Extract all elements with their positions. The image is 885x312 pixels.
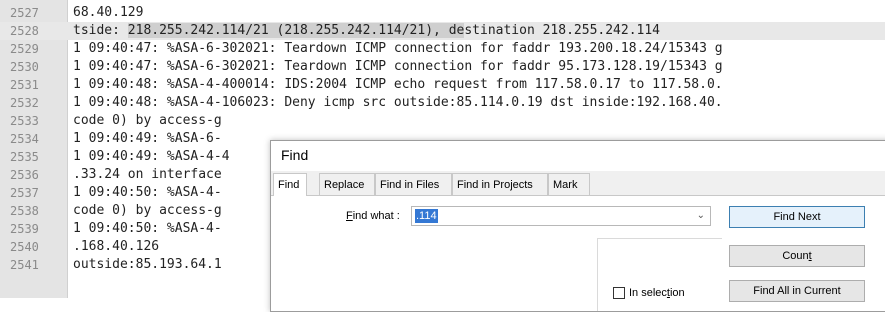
- highlighted-text: 218.255.242.114/21 (218.255.242.114/21),…: [127, 23, 465, 38]
- line-text: code 0) by access-g: [73, 113, 222, 128]
- in-selection-label: In selection: [629, 287, 685, 299]
- line-number: 2540: [10, 240, 39, 254]
- line-text: 1 09:40:47: %ASA-6-302021: Teardown ICMP…: [73, 59, 723, 74]
- editor-line: 2529 1 09:40:47: %ASA-6-302021: Teardown…: [0, 40, 885, 58]
- line-number: 2533: [10, 114, 39, 128]
- line-number: 2530: [10, 60, 39, 74]
- tab-find[interactable]: Find: [273, 173, 307, 196]
- editor-line: 2531 1 09:40:48: %ASA-4-400014: IDS:2004…: [0, 76, 885, 94]
- line-number: 2539: [10, 222, 39, 236]
- line-text: 1 09:40:49: %ASA-6-: [73, 131, 222, 146]
- line-text: code 0) by access-g: [73, 203, 222, 218]
- line-number: 2527: [10, 6, 39, 20]
- in-selection-checkbox[interactable]: [613, 287, 625, 299]
- dialog-title: Find: [281, 147, 309, 163]
- line-text: 1 09:40:50: %ASA-4-: [73, 221, 222, 236]
- find-what-value[interactable]: .114: [415, 209, 438, 223]
- editor-line: 2533 code 0) by access-g: [0, 112, 885, 130]
- tab-find-in-files[interactable]: Find in Files: [375, 173, 452, 195]
- find-dialog: Find Find Replace Find in Files Find in …: [270, 140, 885, 312]
- line-number: 2531: [10, 78, 39, 92]
- options-group-border-left: [597, 238, 599, 311]
- find-what-label: Find what :: [346, 210, 400, 222]
- tab-find-in-projects[interactable]: Find in Projects: [452, 173, 548, 195]
- line-text: tside: 218.255.242.114/21 (218.255.242.1…: [73, 22, 660, 40]
- find-all-in-current-button[interactable]: Find All in Current: [729, 280, 865, 302]
- editor-line-current: 2528 tside: 218.255.242.114/21 (218.255.…: [0, 22, 885, 40]
- chevron-down-icon[interactable]: ⌄: [697, 210, 705, 221]
- editor-line: 2532 1 09:40:48: %ASA-4-106023: Deny icm…: [0, 94, 885, 112]
- find-what-combobox[interactable]: .114 ⌄: [411, 206, 711, 226]
- count-button[interactable]: Count: [729, 245, 865, 267]
- line-text: .33.24 on interface: [73, 167, 222, 182]
- line-text: 1 09:40:48: %ASA-4-400014: IDS:2004 ICMP…: [73, 77, 723, 92]
- line-number: 2536: [10, 168, 39, 182]
- editor-line: 2527 68.40.129: [0, 4, 885, 22]
- line-number: 2541: [10, 258, 39, 272]
- line-number: 2537: [10, 186, 39, 200]
- tab-replace[interactable]: Replace: [319, 173, 375, 195]
- line-text-pre: tside:: [73, 23, 128, 38]
- line-number: 2532: [10, 96, 39, 110]
- line-number: 2534: [10, 132, 39, 146]
- line-text: 1 09:40:49: %ASA-4-4: [73, 149, 230, 164]
- dialog-tabs: Find Replace Find in Files Find in Proje…: [271, 173, 885, 196]
- line-text: 1 09:40:47: %ASA-6-302021: Teardown ICMP…: [73, 41, 723, 56]
- line-number: 2535: [10, 150, 39, 164]
- editor-line: 2530 1 09:40:47: %ASA-6-302021: Teardown…: [0, 58, 885, 76]
- find-panel: Find what : .114 ⌄ Find Next Count Find …: [271, 196, 885, 311]
- line-text: outside:85.193.64.1: [73, 257, 222, 272]
- line-text: 1 09:40:50: %ASA-4-: [73, 185, 222, 200]
- line-number: 2528: [10, 24, 39, 38]
- dialog-titlebar[interactable]: Find: [271, 141, 885, 171]
- line-text: 68.40.129: [73, 5, 144, 20]
- line-number: 2529: [10, 42, 39, 56]
- line-text-post: stination 218.255.242.114: [464, 23, 661, 38]
- line-text: 1 09:40:48: %ASA-4-106023: Deny icmp src…: [73, 95, 723, 110]
- find-next-button[interactable]: Find Next: [729, 206, 865, 228]
- line-text: .168.40.126: [73, 239, 160, 254]
- options-group-border: [597, 238, 722, 240]
- tab-mark[interactable]: Mark: [548, 173, 590, 195]
- line-number: 2538: [10, 204, 39, 218]
